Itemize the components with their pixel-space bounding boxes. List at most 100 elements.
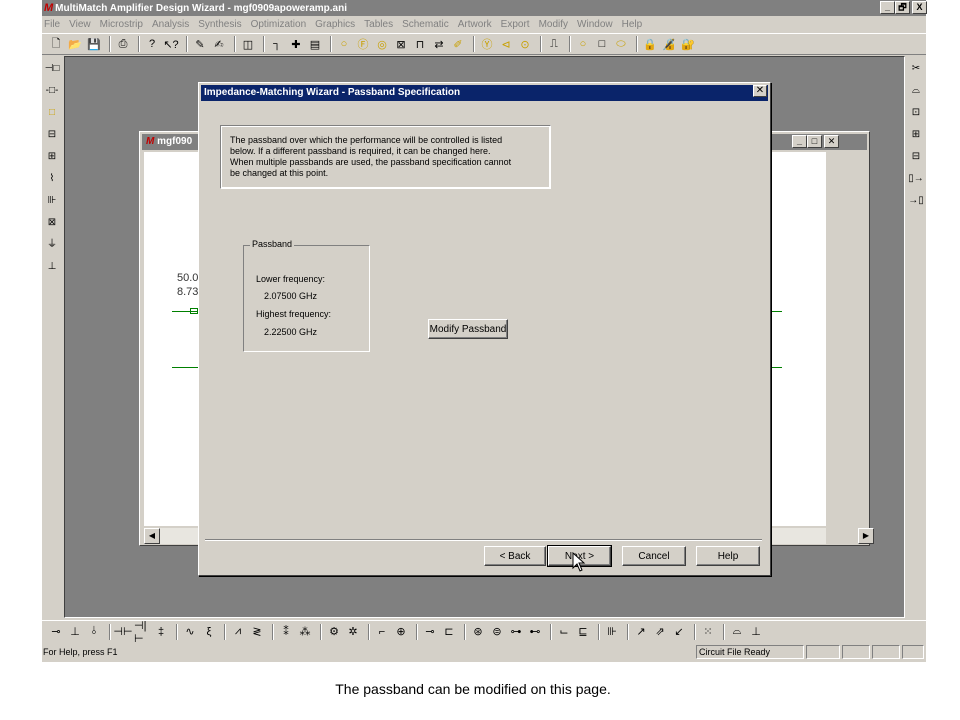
menu-file[interactable]: File	[44, 19, 60, 30]
grid-icon[interactable]: ⊠	[393, 36, 409, 52]
modify-passband-button[interactable]: Modify Passband	[428, 319, 508, 339]
minimize-button[interactable]: _	[880, 1, 895, 14]
circle-icon[interactable]: ○	[336, 36, 352, 52]
arrow-in-icon[interactable]: →▯	[908, 193, 924, 209]
cancel-button[interactable]: Cancel	[622, 546, 686, 566]
resistor-icon[interactable]: ⊠	[44, 215, 60, 231]
gear-a-icon[interactable]: ⚙	[326, 624, 342, 640]
diag-a-icon[interactable]: ↗	[633, 624, 649, 640]
capacitor-icon[interactable]: ⊪	[44, 193, 60, 209]
element-icon[interactable]: ▤	[307, 36, 323, 52]
menu-view[interactable]: View	[69, 19, 91, 30]
menu-synthesis[interactable]: Synthesis	[198, 19, 241, 30]
menu-tables[interactable]: Tables	[364, 19, 393, 30]
menu-optimization[interactable]: Optimization	[251, 19, 307, 30]
arc-b-icon[interactable]: ⌓	[729, 624, 745, 640]
scroll-left-button[interactable]: ◀	[144, 528, 160, 544]
menu-artwork[interactable]: Artwork	[458, 19, 492, 30]
inductor-shunt-icon[interactable]: ξ	[201, 624, 217, 640]
maximize-button[interactable]: □	[807, 135, 822, 148]
ground-icon[interactable]: ⏚	[44, 237, 60, 253]
open-icon[interactable]: 📂	[67, 36, 83, 52]
close-button[interactable]: ✕	[824, 135, 839, 148]
square-yellow-icon[interactable]: □	[44, 105, 60, 121]
menu-help[interactable]: Help	[622, 19, 643, 30]
inductor-icon[interactable]: ⌇	[44, 171, 60, 187]
coupled-icon[interactable]: ⁂	[297, 624, 313, 640]
f-icon[interactable]: Ⓕ	[355, 36, 371, 52]
scissors-icon[interactable]: ✂	[908, 61, 924, 77]
via-b-icon[interactable]: ⊑	[575, 624, 591, 640]
print-icon[interactable]: ⎙	[115, 36, 131, 52]
transistor-b-icon[interactable]: ⊜	[489, 624, 505, 640]
ring-icon[interactable]: ○	[575, 36, 591, 52]
via-a-icon[interactable]: ⌙	[556, 624, 572, 640]
arrow-out-icon[interactable]: ▯→	[908, 171, 924, 187]
box-minus-icon[interactable]: ⊟	[908, 149, 924, 165]
restore-button[interactable]: 🗗	[895, 1, 910, 14]
close-button[interactable]: X	[912, 1, 927, 14]
context-help-icon[interactable]: ↖?	[163, 36, 179, 52]
resistor-series-icon[interactable]: ⩘	[230, 624, 246, 640]
square-icon[interactable]: □	[594, 36, 610, 52]
transistor-d-icon[interactable]: ⊷	[527, 624, 543, 640]
component-icon[interactable]: ◫	[240, 36, 256, 52]
transistor-a-icon[interactable]: ⊛	[470, 624, 486, 640]
y-icon[interactable]: Ⓨ	[479, 36, 495, 52]
cir-icon[interactable]: ⊟	[44, 127, 60, 143]
bend-icon[interactable]: ⌐	[374, 624, 390, 640]
box-dot-icon[interactable]: ⊡	[908, 105, 924, 121]
pulse-icon[interactable]: ⎍	[546, 36, 562, 52]
stub-icon[interactable]: ⊥	[67, 624, 83, 640]
line-port-icon[interactable]: ⊸	[48, 624, 64, 640]
taper-icon[interactable]: ⊸	[422, 624, 438, 640]
capacitor-series-icon[interactable]: ⊣|⊢	[134, 620, 150, 645]
menu-modify[interactable]: Modify	[539, 19, 568, 30]
diag-c-icon[interactable]: ↙	[671, 624, 687, 640]
save-icon[interactable]: 💾	[86, 36, 102, 52]
help-button[interactable]: Help	[696, 546, 760, 566]
cross-icon[interactable]: ✚	[288, 36, 304, 52]
new-icon[interactable]: 🗋	[48, 36, 64, 52]
load-icon[interactable]: ⊪	[604, 624, 620, 640]
transformer-icon[interactable]: ⁑	[278, 624, 294, 640]
open-stub-icon[interactable]: ⫰	[86, 624, 102, 640]
dot-icon[interactable]: ⊙	[517, 36, 533, 52]
box-plus-icon[interactable]: ⊞	[908, 127, 924, 143]
inductor-series-icon[interactable]: ∿	[182, 624, 198, 640]
gear-b-icon[interactable]: ✲	[345, 624, 361, 640]
lock-b-icon[interactable]: 🔏	[661, 36, 677, 52]
left-circle-icon[interactable]: ⊲	[498, 36, 514, 52]
menu-microstrip[interactable]: Microstrip	[100, 19, 143, 30]
series-line-icon[interactable]: ⊣⊢	[113, 624, 132, 640]
tee-junction-icon[interactable]: ⊥	[44, 259, 60, 275]
port-icon[interactable]: ⊓	[412, 36, 428, 52]
resistor-shunt-icon[interactable]: ≷	[249, 624, 265, 640]
tee-b-icon[interactable]: ⊥	[748, 624, 764, 640]
menu-export[interactable]: Export	[501, 19, 530, 30]
lock-a-icon[interactable]: 🔒	[642, 36, 658, 52]
scroll-right-button[interactable]: ▶	[858, 528, 874, 544]
menu-graphics[interactable]: Graphics	[315, 19, 355, 30]
capacitor-shunt-icon[interactable]: ‡	[153, 624, 169, 640]
target-icon[interactable]: ◎	[374, 36, 390, 52]
lock-c-icon[interactable]: 🔐	[680, 36, 696, 52]
equals-icon[interactable]: ⇄	[431, 36, 447, 52]
menu-analysis[interactable]: Analysis	[152, 19, 189, 30]
step-icon[interactable]: ⊏	[441, 624, 457, 640]
menu-window[interactable]: Window	[577, 19, 613, 30]
dots-icon[interactable]: ⁙	[700, 624, 716, 640]
port-left-icon[interactable]: ⊣□	[44, 61, 60, 77]
pencil-icon[interactable]: ✐	[450, 36, 466, 52]
menu-schematic[interactable]: Schematic	[402, 19, 449, 30]
dialog-close-button[interactable]: ✕	[753, 85, 767, 97]
draw-alt-icon[interactable]: ✍	[211, 36, 227, 52]
transistor-c-icon[interactable]: ⊶	[508, 624, 524, 640]
diag-b-icon[interactable]: ⇗	[652, 624, 668, 640]
minimize-button[interactable]: _	[792, 135, 807, 148]
tee-icon[interactable]: ┐	[269, 36, 285, 52]
draw-icon[interactable]: ✎	[192, 36, 208, 52]
help-icon[interactable]: ?	[144, 36, 160, 52]
oval-icon[interactable]: ⬭	[613, 36, 629, 52]
cross-junction-icon[interactable]: ⊕	[393, 624, 409, 640]
